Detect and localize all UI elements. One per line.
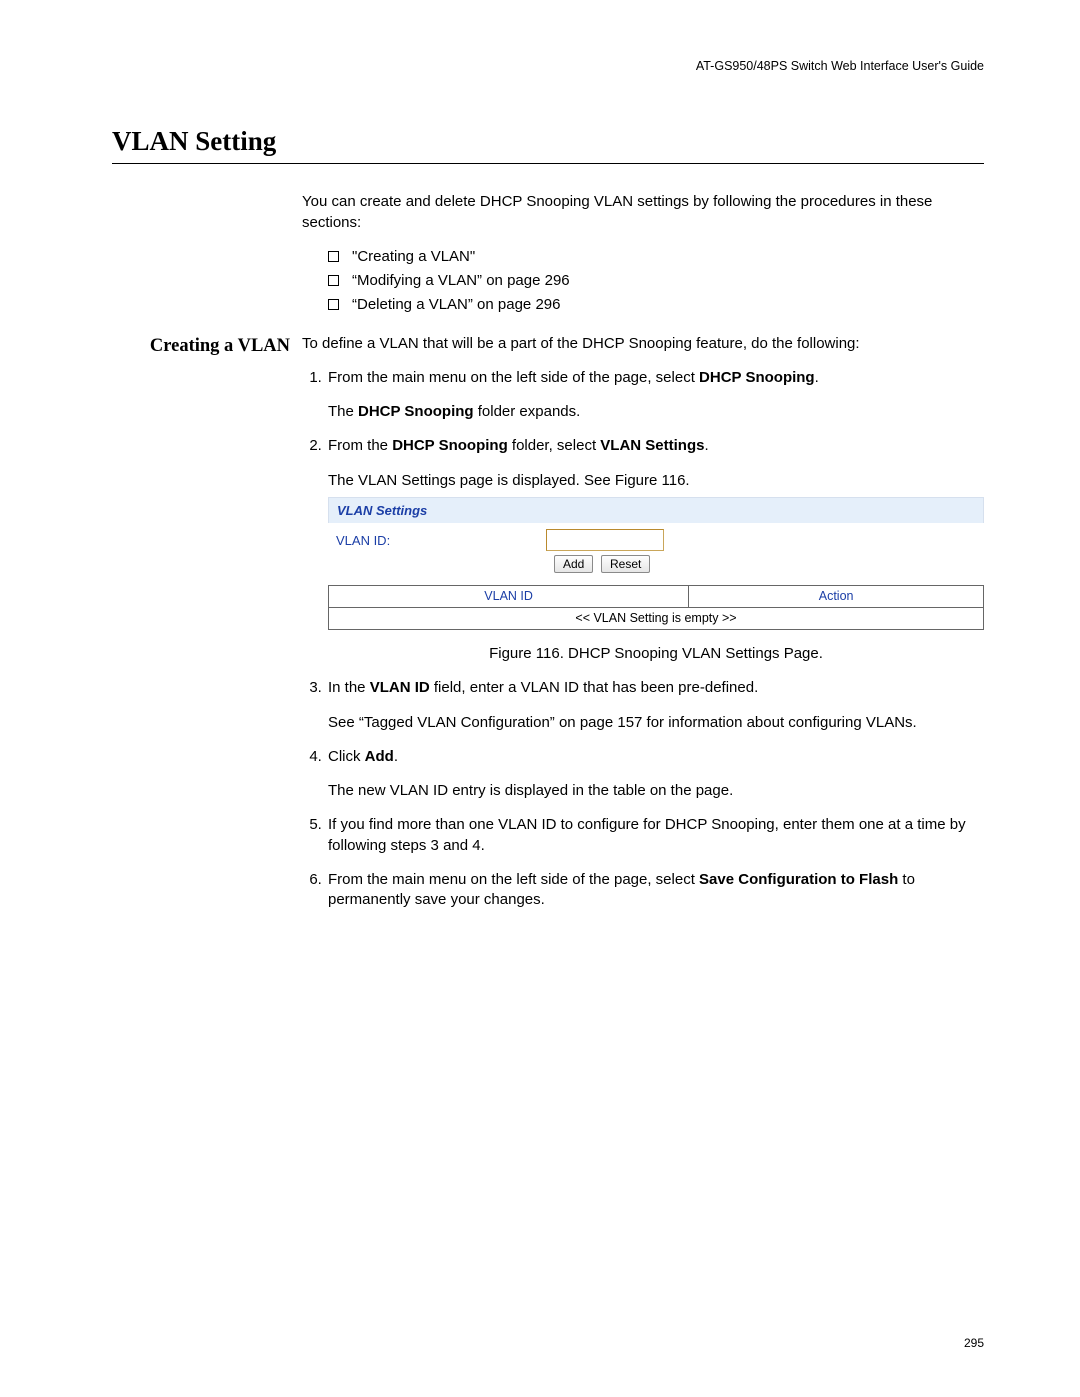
running-header: AT-GS950/48PS Switch Web Interface User'… [112, 58, 984, 75]
term-vlan-id: VLAN ID [370, 679, 430, 696]
step-result: The DHCP Snooping folder expands. [328, 402, 984, 422]
add-button[interactable]: Add [554, 555, 593, 573]
step: From the DHCP Snooping folder, select VL… [326, 436, 984, 664]
step-result: The VLAN Settings page is displayed. See… [328, 471, 984, 491]
step: In the VLAN ID field, enter a VLAN ID th… [326, 678, 984, 733]
step-text: field, enter a VLAN ID that has been pre… [430, 679, 759, 696]
col-header-action: Action [689, 586, 984, 608]
step-text: From the main menu on the left side of t… [328, 871, 699, 888]
vlan-table: VLAN ID Action << VLAN Setting is empty … [328, 585, 984, 630]
step-result: The new VLAN ID entry is displayed in th… [328, 781, 984, 801]
term-add: Add [365, 748, 394, 765]
step: Click Add. The new VLAN ID entry is disp… [326, 747, 984, 802]
vlan-settings-panel: VLAN Settings VLAN ID: Add Reset VLAN ID [328, 497, 984, 630]
procedure-list: From the main menu on the left side of t… [302, 368, 984, 911]
term-dhcp-snooping: DHCP Snooping [699, 369, 815, 386]
step-text: . [815, 369, 819, 386]
panel-title: VLAN Settings [328, 497, 984, 524]
step-text: Click [328, 748, 365, 765]
vlan-id-input[interactable] [546, 529, 664, 551]
page-number: 295 [964, 1335, 984, 1351]
toc-item: "Creating a VLAN" [328, 247, 984, 267]
col-header-vlanid: VLAN ID [329, 586, 689, 608]
step-text: In the [328, 679, 370, 696]
subsection-heading: Creating a VLAN [110, 334, 290, 359]
table-empty-row: << VLAN Setting is empty >> [329, 608, 984, 630]
step-text: The [328, 403, 358, 420]
term-dhcp-snooping: DHCP Snooping [358, 403, 474, 420]
term-save-config: Save Configuration to Flash [699, 871, 898, 888]
step-text: From the [328, 437, 392, 454]
toc-item: “Deleting a VLAN” on page 296 [328, 295, 984, 315]
step: From the main menu on the left side of t… [326, 870, 984, 911]
step-text: . [704, 437, 708, 454]
step-text: folder expands. [474, 403, 581, 420]
intro-paragraph: You can create and delete DHCP Snooping … [302, 192, 984, 233]
step: If you find more than one VLAN ID to con… [326, 815, 984, 856]
subsection-lead: To define a VLAN that will be a part of … [302, 334, 984, 354]
page-title: VLAN Setting [112, 123, 984, 164]
term-vlan-settings: VLAN Settings [600, 437, 704, 454]
reset-button[interactable]: Reset [601, 555, 650, 573]
toc-list: "Creating a VLAN" “Modifying a VLAN” on … [328, 247, 984, 316]
step-text: folder, select [508, 437, 601, 454]
step-result: See “Tagged VLAN Configuration” on page … [328, 713, 984, 733]
term-dhcp-snooping: DHCP Snooping [392, 437, 508, 454]
figure-caption: Figure 116. DHCP Snooping VLAN Settings … [328, 644, 984, 664]
step-text: From the main menu on the left side of t… [328, 369, 699, 386]
step-text: . [394, 748, 398, 765]
vlan-id-label: VLAN ID: [336, 532, 546, 550]
toc-item: “Modifying a VLAN” on page 296 [328, 271, 984, 291]
step: From the main menu on the left side of t… [326, 368, 984, 423]
